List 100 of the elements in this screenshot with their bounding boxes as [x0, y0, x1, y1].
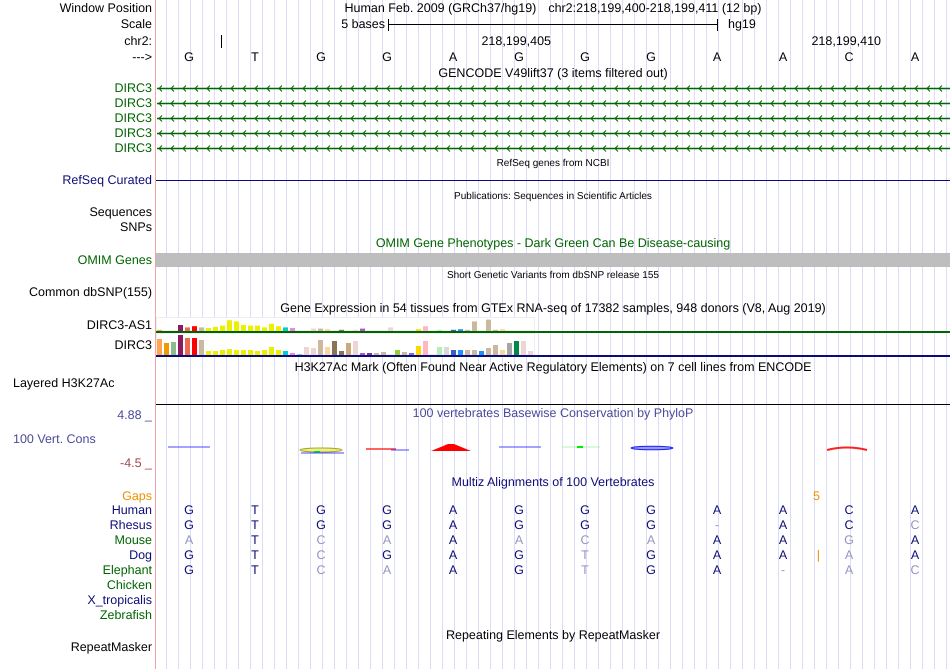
- species-label[interactable]: Chicken: [106, 579, 152, 592]
- aligned-base: A: [646, 534, 656, 547]
- coordinate-label: 218,199,410: [811, 34, 881, 48]
- gap-count: 5: [813, 490, 820, 502]
- species-label[interactable]: Elephant: [102, 564, 152, 577]
- aligned-base: A: [778, 534, 788, 547]
- base-letter: A: [448, 51, 458, 64]
- aligned-base: G: [580, 504, 590, 517]
- gene-label[interactable]: DIRC3: [114, 142, 152, 155]
- gene-label[interactable]: DIRC3: [114, 82, 152, 95]
- aligned-base: G: [646, 519, 656, 532]
- species-label[interactable]: Zebrafish: [100, 609, 152, 622]
- aligned-base: C: [910, 564, 920, 577]
- base-letter: A: [910, 51, 920, 64]
- track-label: chr2:: [124, 34, 152, 48]
- base-letter: G: [184, 51, 194, 64]
- insertion-mark: |: [816, 549, 820, 562]
- species-label[interactable]: Human: [112, 504, 152, 517]
- gene-label[interactable]: DIRC3: [114, 112, 152, 125]
- track-title: 100 vertebrates Basewise Conservation by PhyloP: [412, 406, 694, 420]
- base-letter: G: [646, 51, 656, 64]
- aligned-base: A: [448, 564, 458, 577]
- aligned-base: T: [581, 564, 589, 577]
- aligned-base: C: [316, 534, 326, 547]
- aligned-base: T: [251, 504, 259, 517]
- aligned-base: A: [448, 549, 458, 562]
- aligned-base: G: [844, 534, 854, 547]
- aligned-base: A: [382, 534, 392, 547]
- aligned-base: G: [184, 519, 194, 532]
- aligned-base: T: [581, 549, 589, 562]
- aligned-base: C: [844, 519, 854, 532]
- aligned-base: G: [382, 519, 392, 532]
- track-label[interactable]: RepeatMasker: [70, 640, 152, 653]
- track-title: Short Genetic Variants from dbSNP release 155: [447, 271, 659, 281]
- base-letter: A: [778, 51, 788, 64]
- track-title: Repeating Elements by RepeatMasker: [446, 628, 660, 642]
- aligned-base: A: [514, 534, 524, 547]
- gene-label[interactable]: DIRC3: [114, 127, 152, 140]
- aligned-base: G: [184, 504, 194, 517]
- track-label[interactable]: SNPs: [120, 221, 152, 234]
- axis-max-label: 4.88 _: [117, 409, 152, 422]
- aligned-base: C: [580, 534, 590, 547]
- aligned-base: A: [712, 549, 722, 562]
- expression-bars-drawing[interactable]: [156, 317, 536, 331]
- aligned-base: A: [448, 519, 458, 532]
- track-label[interactable]: Layered H3K27Ac: [13, 377, 114, 390]
- base-letter: G: [580, 51, 590, 64]
- aligned-base: A: [778, 519, 788, 532]
- species-label[interactable]: Dog: [129, 549, 152, 562]
- base-letter: C: [844, 51, 854, 64]
- aligned-base: G: [316, 519, 326, 532]
- aligned-base: G: [184, 564, 194, 577]
- aligned-base: A: [910, 534, 920, 547]
- base-letter: A: [712, 51, 722, 64]
- base-letter: T: [251, 51, 259, 64]
- track-label[interactable]: RefSeq Curated: [62, 174, 152, 187]
- aligned-base: A: [910, 504, 920, 517]
- track-label[interactable]: 100 Vert. Cons: [13, 432, 96, 445]
- aligned-base: A: [712, 534, 722, 547]
- base-letter: G: [514, 51, 524, 64]
- aligned-base: -: [780, 564, 786, 577]
- aligned-base: G: [316, 504, 326, 517]
- aligned-base: A: [448, 534, 458, 547]
- track-label[interactable]: Sequences: [89, 206, 152, 219]
- aligned-base: C: [844, 504, 854, 517]
- aligned-base: G: [646, 504, 656, 517]
- aligned-base: A: [778, 549, 788, 562]
- aligned-base: G: [580, 519, 590, 532]
- species-label[interactable]: X_tropicalis: [87, 594, 152, 607]
- aligned-base: G: [514, 564, 524, 577]
- aligned-base: C: [910, 519, 920, 532]
- aligned-base: A: [910, 549, 920, 562]
- aligned-base: A: [712, 564, 722, 577]
- aligned-base: G: [646, 549, 656, 562]
- aligned-base: A: [184, 534, 194, 547]
- aligned-base: G: [382, 504, 392, 517]
- base-letter: G: [382, 51, 392, 64]
- track-label: --->: [132, 51, 152, 64]
- expression-bars-drawing[interactable]: [156, 333, 536, 355]
- aligned-base: A: [844, 549, 854, 562]
- aligned-base: G: [646, 564, 656, 577]
- aligned-base: A: [778, 504, 788, 517]
- aligned-base: -: [714, 519, 720, 532]
- species-label[interactable]: Rhesus: [110, 519, 152, 532]
- coordinate-label: 218,199,405: [481, 34, 551, 48]
- aligned-base: C: [316, 564, 326, 577]
- aligned-base: G: [382, 549, 392, 562]
- track-title: Multiz Alignments of 100 Vertebrates: [452, 476, 654, 488]
- gene-label[interactable]: DIRC3-AS1: [86, 318, 152, 332]
- gene-label[interactable]: DIRC3: [114, 97, 152, 110]
- gene-label[interactable]: DIRC3: [114, 338, 152, 352]
- aligned-base: T: [251, 534, 259, 547]
- aligned-base: G: [184, 549, 194, 562]
- aligned-base: T: [251, 564, 259, 577]
- species-label[interactable]: Mouse: [114, 534, 152, 547]
- track-label[interactable]: Common dbSNP(155): [29, 286, 152, 298]
- track-label[interactable]: OMIM Genes: [78, 254, 152, 266]
- axis-min-label: -4.5 _: [120, 457, 152, 470]
- aligned-base: G: [514, 519, 524, 532]
- track-label: Window Position: [60, 2, 152, 14]
